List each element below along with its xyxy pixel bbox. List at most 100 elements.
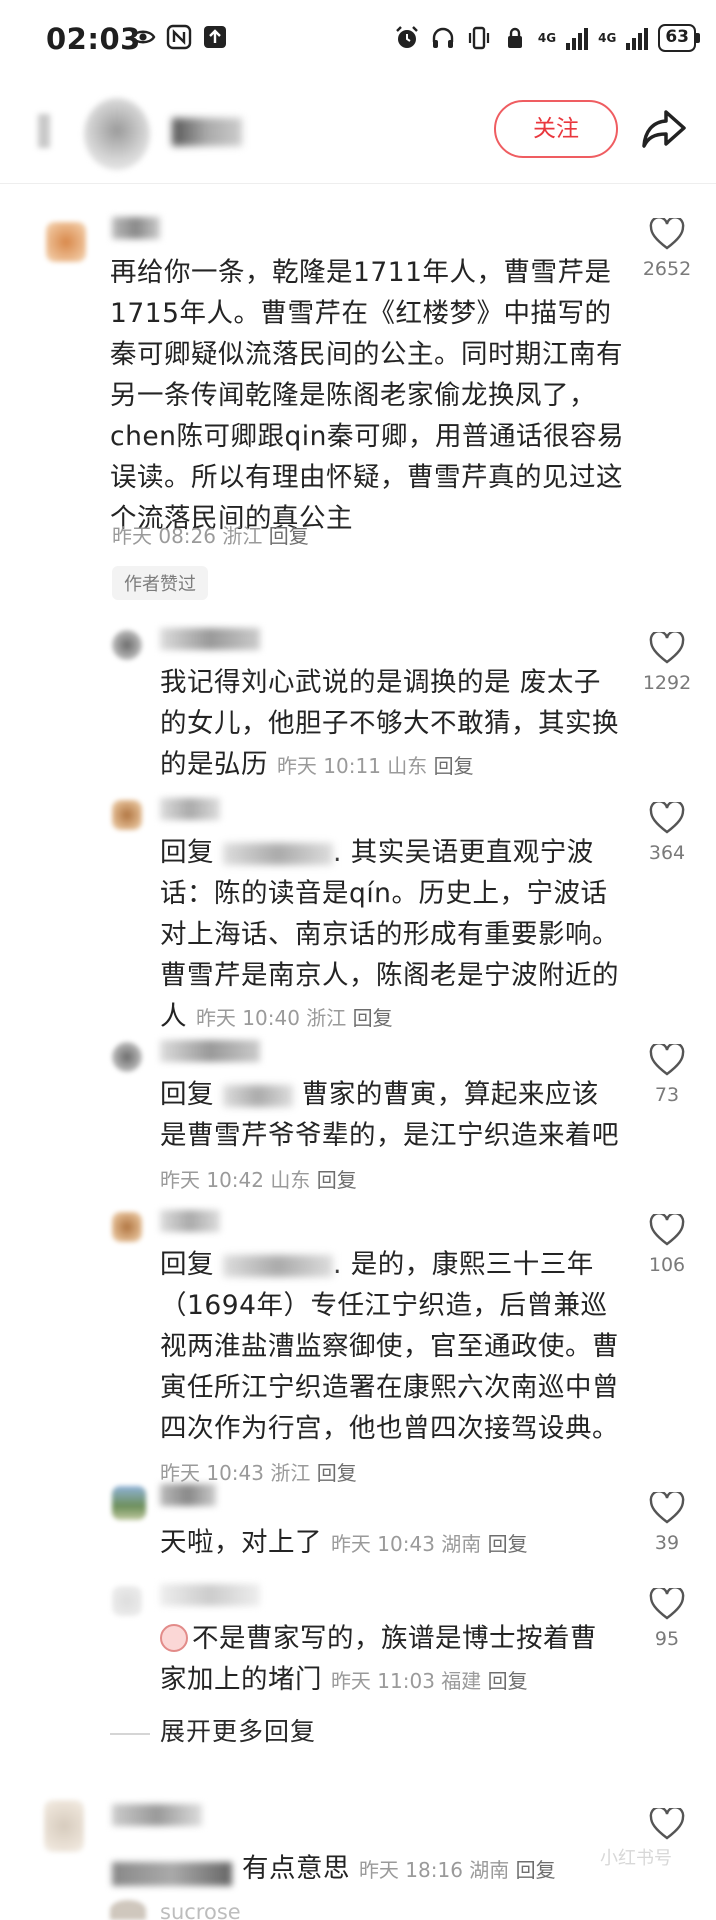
commenter-name[interactable] xyxy=(112,1804,202,1826)
share-icon[interactable] xyxy=(640,104,688,152)
alarm-icon xyxy=(396,26,418,48)
like-control[interactable]: 2652 xyxy=(632,218,702,280)
battery-level: 63 xyxy=(658,24,696,52)
author-liked-badge: 作者赞过 xyxy=(112,566,208,600)
reply-button[interactable]: 回复 xyxy=(269,524,309,548)
like-count: 364 xyxy=(648,842,686,864)
lock-icon xyxy=(507,27,522,48)
comment-text: 回复 . 其实吴语更直观宁波话：陈的读音是qín。历史上，宁波话对上海话、南京话… xyxy=(160,837,619,1032)
reply-button[interactable]: 回复 xyxy=(516,1858,556,1882)
back-button[interactable] xyxy=(38,114,50,148)
reply-button[interactable]: 回复 xyxy=(434,754,474,778)
comment-location: 浙江 xyxy=(306,1006,347,1030)
heart-icon[interactable] xyxy=(649,1492,685,1524)
heart-icon[interactable] xyxy=(649,1588,685,1620)
commenter-name[interactable] xyxy=(160,1040,260,1062)
comment-location: 湖南 xyxy=(469,1858,510,1882)
emoji-icon xyxy=(160,1624,188,1652)
commenter-name[interactable] xyxy=(160,1210,220,1232)
commenter-name[interactable] xyxy=(160,628,260,650)
reply-button[interactable]: 回复 xyxy=(488,1532,528,1556)
mention-user[interactable] xyxy=(222,842,333,865)
comment-time: 昨天 10:40 xyxy=(195,1006,300,1030)
network-label-1: 4G xyxy=(537,31,557,45)
heart-icon[interactable] xyxy=(649,632,685,664)
reply-button[interactable]: 回复 xyxy=(317,1168,357,1192)
like-control[interactable]: 39 xyxy=(632,1492,702,1554)
comment-time: 昨天 11:03 xyxy=(330,1669,435,1693)
comment-location: 山东 xyxy=(387,754,428,778)
commenter-avatar[interactable] xyxy=(112,1486,146,1520)
reply-button[interactable]: 回复 xyxy=(317,1461,357,1485)
nfc-icon xyxy=(166,24,192,50)
comment-location: 浙江 xyxy=(270,1461,311,1485)
comment-time: 昨天 10:11 xyxy=(276,754,381,778)
mention-user[interactable] xyxy=(112,1862,232,1886)
heart-icon[interactable] xyxy=(649,1808,685,1840)
commenter-name[interactable] xyxy=(160,1484,216,1506)
comment-location: 山东 xyxy=(270,1168,311,1192)
like-control[interactable]: 106 xyxy=(632,1214,702,1276)
comment-text: 有点意思 昨天 18:16 湖南 回复 xyxy=(242,1853,556,1884)
author-name[interactable] xyxy=(172,118,242,146)
comment-meta: 昨天 08:26 浙江 回复 xyxy=(112,516,309,557)
like-count: 1292 xyxy=(642,672,692,694)
like-control[interactable]: 1292 xyxy=(632,632,702,694)
like-count: 73 xyxy=(654,1084,680,1106)
like-count: 95 xyxy=(654,1628,680,1650)
comment-time: 昨天 18:16 xyxy=(358,1858,463,1882)
comment-location: 福建 xyxy=(441,1669,482,1693)
like-control[interactable]: 73 xyxy=(632,1044,702,1106)
like-count: 106 xyxy=(648,1254,686,1276)
reply-button[interactable]: 回复 xyxy=(353,1006,393,1030)
commenter-avatar[interactable] xyxy=(110,1900,146,1920)
commenter-name[interactable] xyxy=(160,1584,260,1606)
follow-button[interactable]: 关注 xyxy=(494,100,618,158)
reply-button[interactable]: 回复 xyxy=(488,1669,528,1693)
commenter-avatar[interactable] xyxy=(112,800,142,830)
like-count: 39 xyxy=(654,1532,680,1554)
like-count: 2652 xyxy=(642,258,692,280)
commenter-avatar[interactable] xyxy=(112,1042,142,1072)
mention-user[interactable] xyxy=(222,1254,333,1277)
commenter-avatar[interactable] xyxy=(44,1800,84,1852)
heart-icon[interactable] xyxy=(649,1044,685,1076)
commenter-avatar[interactable] xyxy=(46,222,86,262)
like-control[interactable]: 95 xyxy=(632,1588,702,1650)
reply-prefix: 回复 xyxy=(160,1249,214,1280)
comment-time: 昨天 08:26 xyxy=(112,524,216,548)
comment-text: 天啦，对上了 昨天 10:43 湖南 回复 xyxy=(160,1527,528,1558)
status-bar: 02:03 4G 4G 63 xyxy=(0,0,716,84)
network-label-2: 4G xyxy=(598,31,617,45)
comment-location: 湖南 xyxy=(441,1532,482,1556)
comment-text: 回复 . 是的，康熙三十三年（1694年）专任江宁织造，后曾兼巡视两淮盐漕监察御… xyxy=(160,1249,619,1485)
expand-divider xyxy=(110,1733,150,1735)
heart-icon[interactable] xyxy=(649,218,685,250)
commenter-avatar[interactable] xyxy=(112,1586,142,1616)
heart-icon[interactable] xyxy=(649,1214,685,1246)
commenter-name[interactable]: sucrose xyxy=(160,1900,241,1920)
expand-replies-button[interactable]: 展开更多回复 xyxy=(160,1712,316,1748)
comment-location: 浙江 xyxy=(222,524,263,548)
post-header: 关注 xyxy=(0,84,716,184)
comment-time: 昨天 10:43 xyxy=(330,1532,435,1556)
comment-text: 不是曹家写的，族谱是博士按着曹家加上的堵门 昨天 11:03 福建 回复 xyxy=(160,1623,597,1695)
vibrate-icon xyxy=(468,26,490,50)
like-control[interactable] xyxy=(632,1808,702,1840)
heart-icon[interactable] xyxy=(649,802,685,834)
mention-user[interactable] xyxy=(222,1084,293,1107)
comment-text: 回复 曹家的曹寅，算起来应该是曹雪芹爷爷辈的，是江宁织造来着吧 昨天 10:42… xyxy=(160,1079,619,1192)
battery-icon: 63 xyxy=(658,24,700,52)
commenter-avatar[interactable] xyxy=(112,1212,142,1242)
comment-text: 再给你一条，乾隆是1711年人，曹雪芹是1715年人。曹雪芹在《红楼梦》中描写的… xyxy=(110,257,624,534)
watermark: 小红书号 xyxy=(600,1848,672,1869)
signal-icon xyxy=(626,26,649,50)
signal-icon xyxy=(566,26,589,50)
upload-icon xyxy=(204,26,226,48)
like-control[interactable]: 364 xyxy=(632,802,702,864)
author-avatar[interactable] xyxy=(84,98,150,170)
comment-text: 我记得刘心武说的是调换的是 废太子的女儿，他胆子不够大不敢猜，其实换的是弘历 昨… xyxy=(160,667,619,780)
commenter-name[interactable] xyxy=(160,798,220,820)
commenter-avatar[interactable] xyxy=(112,630,142,660)
commenter-name[interactable] xyxy=(112,217,160,239)
